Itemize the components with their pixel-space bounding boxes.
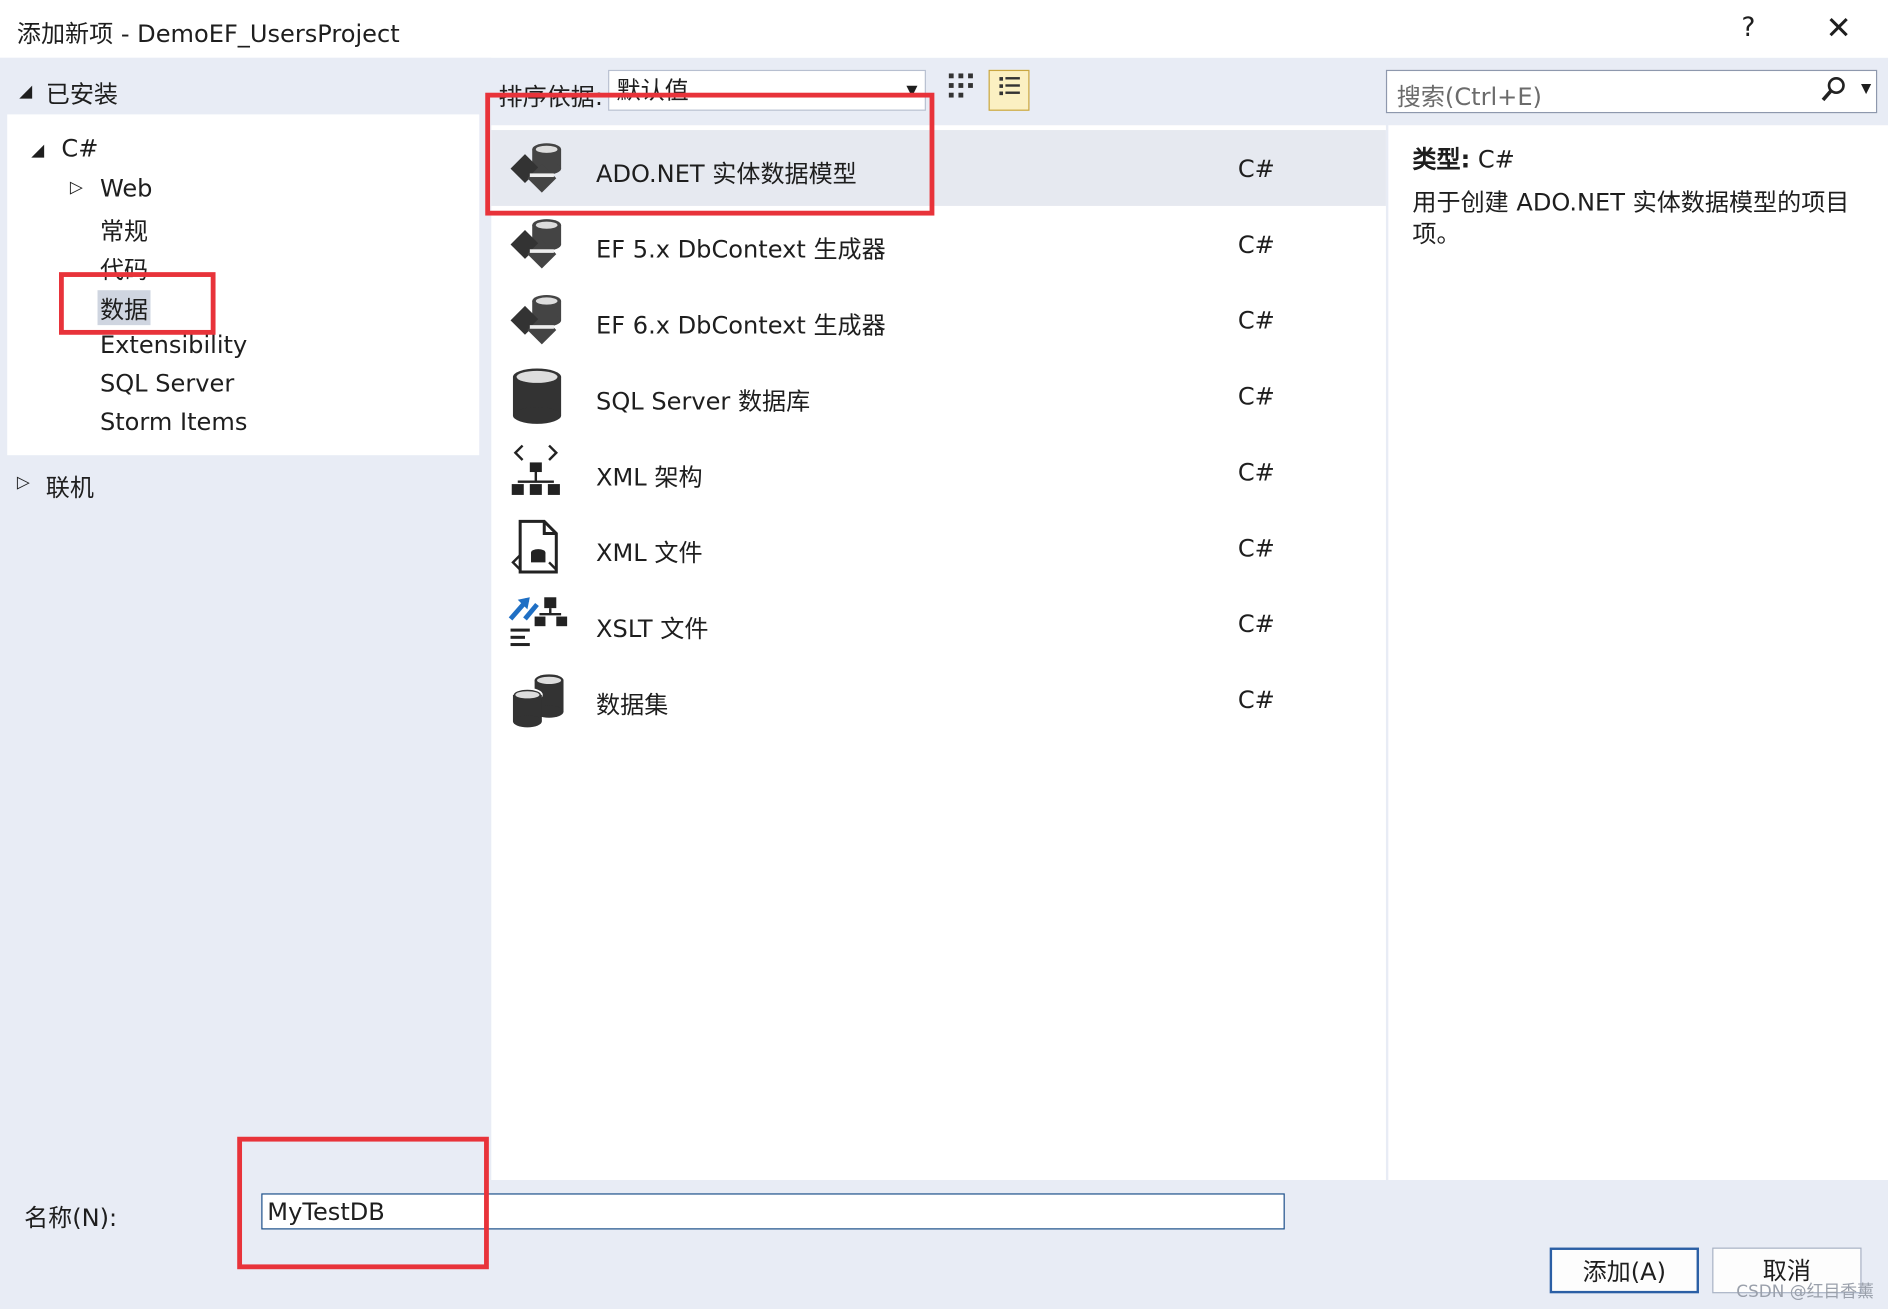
- template-language: C#: [1237, 154, 1275, 184]
- tree-item-storm-items[interactable]: Storm Items: [100, 407, 247, 436]
- template-name: XML 文件: [596, 538, 703, 568]
- detail-type-value: C#: [1477, 144, 1515, 174]
- template-name: EF 6.x DbContext 生成器: [596, 310, 886, 340]
- list-view-icon[interactable]: [988, 69, 1030, 111]
- chevron-down-icon[interactable]: ▼: [1861, 81, 1871, 97]
- template-language: C#: [1237, 685, 1275, 715]
- template-language: C#: [1237, 533, 1275, 563]
- template-row[interactable]: EF 5.x DbContext 生成器 C#: [491, 206, 1386, 282]
- database-icon: [506, 365, 571, 428]
- detail-description: 用于创建 ADO.NET 实体数据模型的项目项。: [1412, 187, 1850, 249]
- search-box[interactable]: 搜索(Ctrl+E) ▼: [1385, 69, 1878, 114]
- template-name: XSLT 文件: [596, 614, 709, 644]
- template-name: XML 架构: [596, 462, 703, 492]
- detail-type: 类型: C#: [1412, 140, 1514, 175]
- template-language: C#: [1237, 609, 1275, 639]
- highlight-box: [59, 272, 216, 335]
- search-icon[interactable]: [1821, 76, 1847, 110]
- template-row[interactable]: XML 文件 C#: [491, 509, 1386, 585]
- highlight-box: [485, 92, 935, 216]
- template-language: C#: [1237, 457, 1275, 487]
- template-name: SQL Server 数据库: [596, 386, 811, 416]
- tree-item-csharp[interactable]: C#: [61, 134, 98, 163]
- entity-model-icon: [506, 289, 571, 352]
- watermark: CSDN @红目香薰: [1736, 1282, 1875, 1302]
- detail-type-label: 类型:: [1412, 144, 1471, 174]
- template-row[interactable]: 数据集 C#: [491, 661, 1386, 737]
- template-row[interactable]: SQL Server 数据库 C#: [491, 358, 1386, 434]
- xslt-file-icon: [506, 592, 571, 655]
- highlight-box: [237, 1136, 489, 1270]
- template-language: C#: [1237, 305, 1275, 335]
- tree-installed[interactable]: 已安装: [46, 75, 118, 110]
- xml-file-icon: [506, 517, 571, 580]
- template-list: ADO.NET 实体数据模型 C# EF 5.x DbContext 生成器 C…: [491, 125, 1386, 1181]
- close-button[interactable]: ✕: [1816, 10, 1862, 49]
- template-row[interactable]: XSLT 文件 C#: [491, 585, 1386, 661]
- xml-schema-icon: [506, 441, 571, 504]
- window-title: 添加新项 - DemoEF_UsersProject: [16, 19, 400, 49]
- add-button[interactable]: 添加(A): [1549, 1247, 1699, 1294]
- expanded-triangle-icon[interactable]: ◢: [31, 141, 44, 160]
- template-row[interactable]: EF 6.x DbContext 生成器 C#: [491, 282, 1386, 358]
- collapsed-triangle-icon[interactable]: ▷: [70, 178, 83, 197]
- search-input[interactable]: 搜索(Ctrl+E): [1397, 77, 1542, 112]
- tree-online[interactable]: 联机: [46, 468, 94, 503]
- template-name: 数据集: [596, 690, 669, 719]
- template-name: EF 5.x DbContext 生成器: [596, 234, 886, 264]
- grid-view-icon[interactable]: [940, 70, 981, 111]
- tree-item-web[interactable]: Web: [100, 173, 153, 202]
- template-row[interactable]: XML 架构 C#: [491, 434, 1386, 510]
- name-label: 名称(N):: [24, 1202, 118, 1232]
- template-language: C#: [1237, 230, 1275, 259]
- entity-model-icon: [506, 213, 571, 276]
- detail-panel: [1388, 125, 1888, 1181]
- expanded-triangle-icon[interactable]: ◢: [19, 82, 32, 101]
- dataset-icon: [506, 668, 571, 731]
- tree-item-sql-server[interactable]: SQL Server: [100, 368, 234, 397]
- help-button[interactable]: ?: [1729, 10, 1768, 49]
- template-language: C#: [1237, 381, 1275, 411]
- tree-item-general[interactable]: 常规: [100, 212, 148, 247]
- collapsed-triangle-icon[interactable]: ▷: [17, 473, 30, 492]
